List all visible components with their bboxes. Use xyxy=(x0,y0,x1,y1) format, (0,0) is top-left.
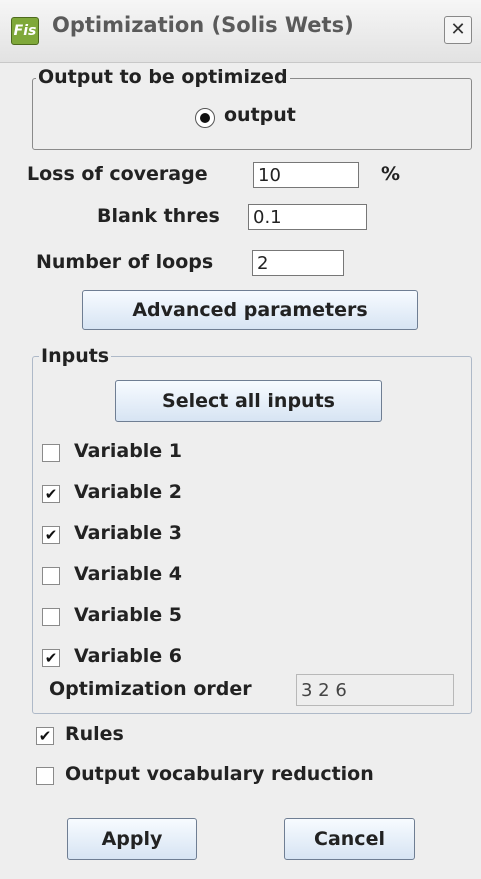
output-radio[interactable] xyxy=(195,108,215,128)
variable-checkbox[interactable]: ✔ xyxy=(42,649,60,667)
loss-of-coverage-field[interactable]: 10 xyxy=(253,162,359,188)
variable-checkbox[interactable] xyxy=(42,444,60,462)
variable-label: Variable 1 xyxy=(74,440,183,462)
app-logo-icon: Fis xyxy=(11,17,39,45)
close-icon: ✕ xyxy=(450,19,466,40)
output-group-legend: Output to be optimized xyxy=(36,66,290,88)
window-title: Optimization (Solis Wets) xyxy=(52,13,354,37)
output-vocabulary-reduction-label: Output vocabulary reduction xyxy=(65,763,374,785)
variable-checkbox[interactable]: ✔ xyxy=(42,485,60,503)
advanced-parameters-button[interactable]: Advanced parameters xyxy=(82,290,418,330)
number-of-loops-field[interactable]: 2 xyxy=(252,250,344,276)
title-bar[interactable]: Fis Optimization (Solis Wets) ✕ xyxy=(0,0,481,63)
number-of-loops-label: Number of loops xyxy=(36,251,214,273)
apply-button[interactable]: Apply xyxy=(67,818,197,860)
variable-label: Variable 3 xyxy=(74,522,183,544)
optimization-order-field: 3 2 6 xyxy=(296,674,454,706)
variable-label: Variable 2 xyxy=(74,481,183,503)
output-vocabulary-reduction-checkbox[interactable] xyxy=(36,767,54,785)
variable-checkbox[interactable] xyxy=(42,608,60,626)
cancel-button[interactable]: Cancel xyxy=(284,818,415,860)
select-all-inputs-button[interactable]: Select all inputs xyxy=(115,380,382,422)
blank-thres-field[interactable]: 0.1 xyxy=(248,204,367,230)
loss-unit-label: % xyxy=(381,163,401,185)
output-radio-label: output xyxy=(224,104,296,126)
variable-checkbox[interactable] xyxy=(42,567,60,585)
close-button[interactable]: ✕ xyxy=(444,16,472,44)
variable-label: Variable 4 xyxy=(74,563,183,585)
rules-label: Rules xyxy=(65,723,124,745)
rules-checkbox[interactable]: ✔ xyxy=(36,727,54,745)
optimization-order-label: Optimization order xyxy=(49,678,252,700)
blank-thres-label: Blank thres xyxy=(97,205,220,227)
loss-of-coverage-label: Loss of coverage xyxy=(27,163,208,185)
variable-label: Variable 5 xyxy=(74,604,183,626)
variable-checkbox[interactable]: ✔ xyxy=(42,526,60,544)
inputs-group-legend: Inputs xyxy=(39,345,112,367)
variable-label: Variable 6 xyxy=(74,645,183,667)
